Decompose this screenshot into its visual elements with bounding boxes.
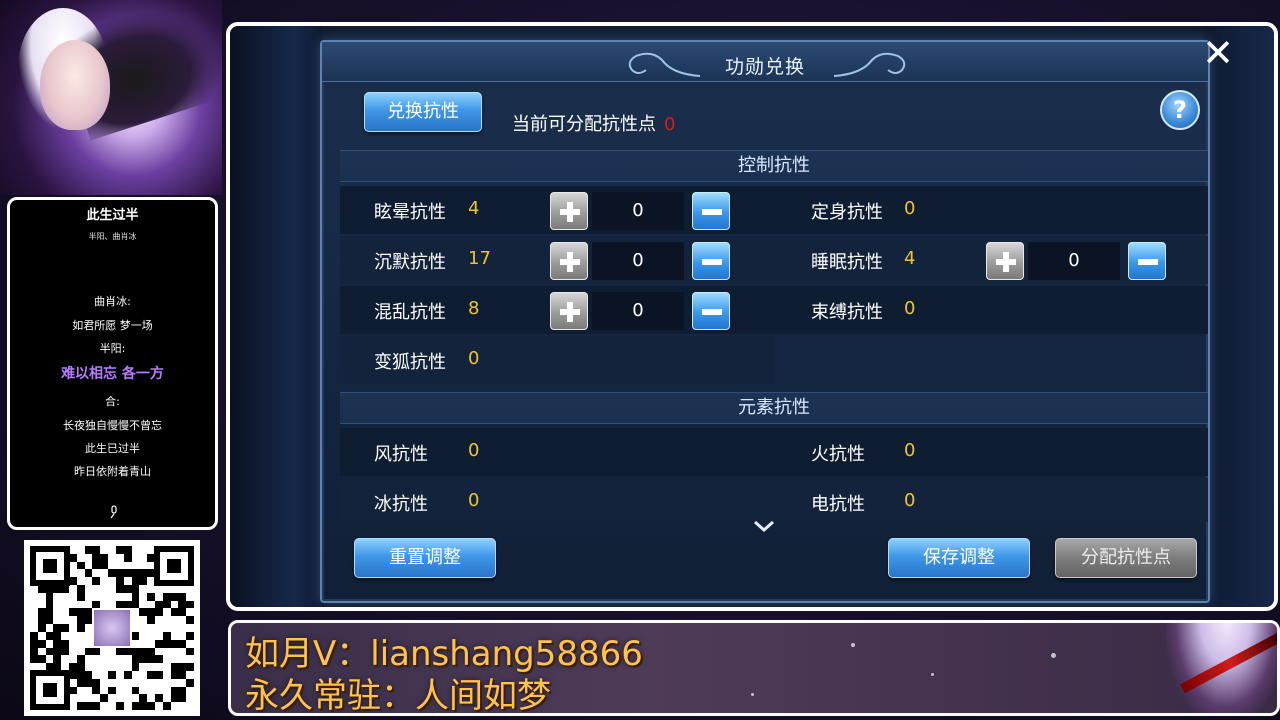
song-artists: 半阳、曲肖冰 bbox=[88, 232, 137, 241]
minus-icon bbox=[702, 209, 722, 215]
bind-resist-value: 0 bbox=[904, 298, 916, 319]
lightning-resist-value: 0 bbox=[904, 490, 916, 511]
ice-resist-value: 0 bbox=[468, 490, 480, 511]
plus-icon bbox=[560, 202, 580, 222]
fire-resist-label: 火抗性 bbox=[811, 444, 865, 465]
section-element-resist: 元素抗性 bbox=[340, 392, 1208, 424]
available-points-value: 0 bbox=[664, 114, 676, 135]
stun-input[interactable]: 0 bbox=[592, 192, 684, 230]
bind-resist-label: 束缚抗性 bbox=[811, 302, 883, 323]
lyric-line: 昨日依附着青山 bbox=[74, 465, 151, 478]
root-resist-value: 0 bbox=[904, 198, 916, 219]
sleep-resist-value: 4 bbox=[904, 248, 916, 269]
lyrics-panel: 此生过半 半阳、曲肖冰 曲肖冰: 如君所愿 梦一场 半阳: 难以相忘 各一方 合… bbox=[7, 197, 218, 530]
lightning-resist-label: 电抗性 bbox=[811, 494, 865, 515]
lyric-line: 合: bbox=[105, 395, 120, 408]
lyric-line: 此生已过半 bbox=[85, 442, 140, 455]
game-window: 功勋兑换 兑换抗性 当前可分配抗性点 0 ? 控制抗性 眩晕抗性 4 0 定身抗性… bbox=[226, 22, 1278, 611]
lyric-line-current: 难以相忘 各一方 bbox=[61, 366, 164, 382]
silence-minus-button[interactable] bbox=[692, 242, 730, 280]
wind-resist-value: 0 bbox=[468, 440, 480, 461]
confusion-input[interactable]: 0 bbox=[592, 292, 684, 330]
silence-resist-value: 17 bbox=[468, 248, 491, 269]
song-title: 此生过半 bbox=[86, 208, 139, 223]
sleep-resist-label: 睡眠抗性 bbox=[811, 252, 883, 273]
root-resist-label: 定身抗性 bbox=[811, 202, 883, 223]
lyric-line: 曲肖冰: bbox=[94, 295, 131, 308]
dialog-title: 功勋兑换 bbox=[724, 56, 805, 78]
title-ornament-right bbox=[833, 52, 906, 77]
close-icon[interactable]: ✕ bbox=[1198, 34, 1238, 74]
merit-exchange-dialog: 功勋兑换 兑换抗性 当前可分配抗性点 0 ? 控制抗性 眩晕抗性 4 0 定身抗性… bbox=[320, 40, 1210, 603]
stun-plus-button[interactable] bbox=[550, 192, 588, 230]
character-art bbox=[1166, 623, 1277, 713]
available-points: 当前可分配抗性点 0 bbox=[512, 110, 675, 136]
wind-resist-label: 风抗性 bbox=[374, 444, 428, 465]
minus-icon bbox=[1138, 259, 1158, 265]
lyric-line: 半阳: bbox=[99, 342, 126, 355]
help-button[interactable]: ? bbox=[1160, 90, 1200, 130]
microphone-icon bbox=[110, 505, 117, 519]
section-control-resist: 控制抗性 bbox=[340, 150, 1208, 182]
exchange-resist-button[interactable]: 兑换抗性 bbox=[364, 92, 482, 132]
fox-transform-resist-value: 0 bbox=[468, 348, 480, 369]
stream-banner: 如月V：lianshang58866 永久常驻：人间如梦 bbox=[228, 620, 1280, 716]
fox-transform-resist-label: 变狐抗性 bbox=[374, 352, 446, 373]
plus-icon bbox=[560, 252, 580, 272]
lyric-line: 如君所愿 梦一场 bbox=[72, 319, 153, 332]
confusion-minus-button[interactable] bbox=[692, 292, 730, 330]
lyric-line: 长夜独自慢慢不曾忘 bbox=[63, 419, 162, 432]
reset-adjust-button[interactable]: 重置调整 bbox=[354, 538, 496, 578]
dialog-title-bar: 功勋兑换 bbox=[322, 42, 1208, 82]
allocate-points-button[interactable]: 分配抗性点 bbox=[1055, 538, 1197, 578]
sleep-input[interactable]: 0 bbox=[1028, 242, 1120, 280]
confusion-resist-label: 混乱抗性 bbox=[374, 302, 446, 323]
silence-plus-button[interactable] bbox=[550, 242, 588, 280]
banner-server: 永久常驻：人间如梦 bbox=[245, 676, 551, 716]
stun-minus-button[interactable] bbox=[692, 192, 730, 230]
ice-resist-label: 冰抗性 bbox=[374, 494, 428, 515]
stun-resist-value: 4 bbox=[468, 198, 480, 219]
silence-input[interactable]: 0 bbox=[592, 242, 684, 280]
scroll-down-icon[interactable] bbox=[752, 518, 776, 534]
available-points-label: 当前可分配抗性点 bbox=[512, 114, 656, 135]
streamer-avatar-art bbox=[0, 0, 222, 195]
silence-resist-label: 沉默抗性 bbox=[374, 252, 446, 273]
save-adjust-button[interactable]: 保存调整 bbox=[888, 538, 1030, 578]
confusion-plus-button[interactable] bbox=[550, 292, 588, 330]
plus-icon bbox=[996, 252, 1016, 272]
qr-center-avatar bbox=[92, 608, 132, 648]
minus-icon bbox=[702, 309, 722, 315]
stun-resist-label: 眩晕抗性 bbox=[374, 202, 446, 223]
confusion-resist-value: 8 bbox=[468, 298, 480, 319]
minus-icon bbox=[702, 259, 722, 265]
qr-code bbox=[24, 540, 200, 716]
plus-icon bbox=[560, 302, 580, 322]
fire-resist-value: 0 bbox=[904, 440, 916, 461]
sleep-plus-button[interactable] bbox=[986, 242, 1024, 280]
sleep-minus-button[interactable] bbox=[1128, 242, 1166, 280]
